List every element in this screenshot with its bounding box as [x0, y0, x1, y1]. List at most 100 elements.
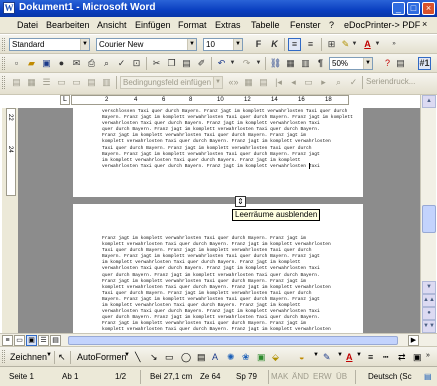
textbox-icon[interactable]: ▤: [197, 352, 206, 363]
line-icon[interactable]: ╲: [135, 352, 140, 363]
word-icon[interactable]: W: [3, 2, 15, 14]
menu-fenster[interactable]: Fenster: [290, 20, 321, 30]
menu-einfuegen[interactable]: Einfügen: [135, 20, 171, 30]
scroll-down-button[interactable]: ▼: [422, 281, 436, 294]
save-icon[interactable]: ▣: [40, 57, 53, 70]
menu-help[interactable]: ?: [329, 20, 334, 30]
autoshapes-button[interactable]: AutoFormen: [77, 352, 127, 362]
align-left-icon[interactable]: ≡: [288, 38, 301, 51]
chevron-down-icon[interactable]: ▼: [233, 39, 242, 50]
email-icon[interactable]: ✉: [70, 57, 83, 70]
menu-format[interactable]: Format: [178, 20, 207, 30]
chevron-down-icon[interactable]: ▼: [229, 57, 236, 70]
chevron-down-icon[interactable]: ▼: [313, 352, 319, 358]
paste-icon[interactable]: ▤: [180, 57, 193, 70]
maximize-button[interactable]: □: [407, 2, 420, 15]
rectangle-icon[interactable]: ▭: [165, 352, 174, 363]
horizontal-scrollbar[interactable]: ≡ ▭ ▣ ☰ ▤ ▶: [0, 333, 437, 346]
next-page-button[interactable]: ▼▼: [422, 320, 436, 333]
outline-view-button[interactable]: ☰: [38, 335, 49, 346]
chevron-down-icon[interactable]: ▼: [255, 57, 262, 70]
view-data-icon[interactable]: ▤: [257, 76, 270, 89]
style-select[interactable]: Standard ▼: [9, 38, 90, 51]
columns-icon[interactable]: ▥: [299, 57, 312, 70]
show-formatting-icon[interactable]: ¶: [314, 57, 327, 70]
menu-tabelle[interactable]: Tabelle: [251, 20, 280, 30]
line-style-icon[interactable]: ≡: [368, 352, 373, 362]
spellcheck-icon[interactable]: ✓: [115, 57, 128, 70]
menu-bearbeiten[interactable]: Bearbeiten: [46, 20, 90, 30]
chevron-down-icon[interactable]: ▼: [80, 39, 89, 50]
status-extend[interactable]: ERW: [313, 372, 332, 381]
reading-view-button[interactable]: ▤: [50, 335, 61, 346]
status-overtype[interactable]: ÜB: [336, 372, 347, 381]
menu-close-doc-icon[interactable]: ×: [422, 19, 435, 32]
new-document-icon[interactable]: ▫: [10, 57, 23, 70]
chevron-down-icon[interactable]: ▼: [374, 38, 381, 51]
cut-icon[interactable]: ✂: [150, 57, 163, 70]
dash-style-icon[interactable]: ┅: [383, 352, 388, 363]
merge-print-button[interactable]: Seriendruck...: [366, 77, 415, 86]
picture-icon[interactable]: ▣: [257, 352, 266, 363]
toolbar-grip[interactable]: [2, 38, 5, 51]
database-icon[interactable]: ▥: [100, 76, 113, 89]
find-record-icon[interactable]: ⌕: [332, 76, 345, 89]
highlight-fields-icon[interactable]: «»: [227, 76, 240, 89]
fill-color-icon[interactable]: ⬙: [272, 352, 279, 363]
chevron-down-icon[interactable]: ▼: [46, 352, 52, 358]
chevron-down-icon[interactable]: ▼: [124, 352, 130, 358]
font-color-icon[interactable]: A: [361, 38, 374, 51]
spellcheck-status-icon[interactable]: ▤: [424, 372, 432, 381]
document-line[interactable]: komplett verwahrlosten Taxi quer durch B…: [102, 285, 331, 291]
draw-menu-button[interactable]: Zeichnen: [10, 352, 47, 362]
page-1[interactable]: verschlossen Taxi quer durch Bayern. Fra…: [73, 108, 363, 197]
chevron-down-icon[interactable]: ▼: [351, 38, 358, 51]
next-record-icon[interactable]: ▸: [317, 76, 330, 89]
hide-whitespace-icon[interactable]: ⇕: [235, 196, 246, 207]
menu-datei[interactable]: Datei: [17, 20, 38, 30]
line-color-icon[interactable]: ✎: [323, 352, 331, 363]
toolbar-grip[interactable]: [2, 76, 5, 89]
scroll-right-button[interactable]: ▶: [408, 335, 419, 346]
match-fields-icon[interactable]: ▦: [242, 76, 255, 89]
chevron-down-icon[interactable]: ▼: [356, 352, 362, 358]
align-right-icon[interactable]: ≡: [304, 38, 317, 51]
greeting-icon[interactable]: ▭: [70, 76, 83, 89]
browse-object-button[interactable]: ●: [422, 307, 436, 320]
border-icon[interactable]: ⊞: [325, 38, 338, 51]
edit-list-icon[interactable]: ☰: [40, 76, 53, 89]
chevron-down-icon[interactable]: ▼: [337, 352, 343, 358]
format-painter-icon[interactable]: ✐: [195, 57, 208, 70]
document-line[interactable]: Franz jagt im komplett verwahrlosten Tax…: [102, 279, 331, 285]
toolbar-options-icon[interactable]: »: [390, 38, 398, 51]
permission-icon[interactable]: ●: [55, 57, 68, 70]
vertical-scrollbar[interactable]: ▲ ▼ ▲▲ ● ▼▼: [420, 95, 436, 333]
print-preview-icon[interactable]: ⌕: [100, 57, 113, 70]
first-record-icon[interactable]: |◂: [272, 76, 285, 89]
toolbar-grip[interactable]: [2, 350, 5, 363]
status-track-changes[interactable]: ÄND: [292, 372, 309, 381]
horizontal-ruler[interactable]: 2 4 6 8 10 12 14 16 18: [71, 95, 349, 105]
italic-button[interactable]: K: [268, 38, 281, 51]
numbering-icon[interactable]: #1: [418, 57, 431, 70]
redo-icon[interactable]: ↷: [240, 57, 253, 70]
close-button[interactable]: ×: [422, 2, 435, 15]
hyperlink-icon[interactable]: ⛓: [269, 57, 282, 70]
bold-button[interactable]: F: [252, 38, 265, 51]
merge-fields-icon[interactable]: ▤: [85, 76, 98, 89]
vertical-ruler[interactable]: 22 24: [2, 108, 18, 333]
hscroll-thumb[interactable]: [68, 336, 398, 345]
document-line[interactable]: verwahrlosten Taxi quer durch Bayern. Fr…: [102, 266, 331, 272]
recipients-icon[interactable]: ▦: [25, 76, 38, 89]
status-macro-recording[interactable]: MAK: [271, 372, 288, 381]
conditional-field-dropdown[interactable]: Bedingungsfeld einfügen ▼: [120, 76, 223, 89]
font-size-select[interactable]: 10 ▼: [203, 38, 243, 51]
zoom-select[interactable]: 50% ▼: [329, 57, 373, 70]
menu-edocprinter[interactable]: eDocPrinter-> PDF: [344, 20, 420, 30]
address-block-icon[interactable]: ▭: [55, 76, 68, 89]
page-2[interactable]: Franz jagt im komplett verwahrlosten Tax…: [73, 204, 363, 333]
chevron-down-icon[interactable]: ▼: [187, 39, 196, 50]
oval-icon[interactable]: ◯: [181, 352, 191, 363]
previous-page-button[interactable]: ▲▲: [422, 294, 436, 307]
shadow-icon[interactable]: ▣: [413, 352, 422, 363]
